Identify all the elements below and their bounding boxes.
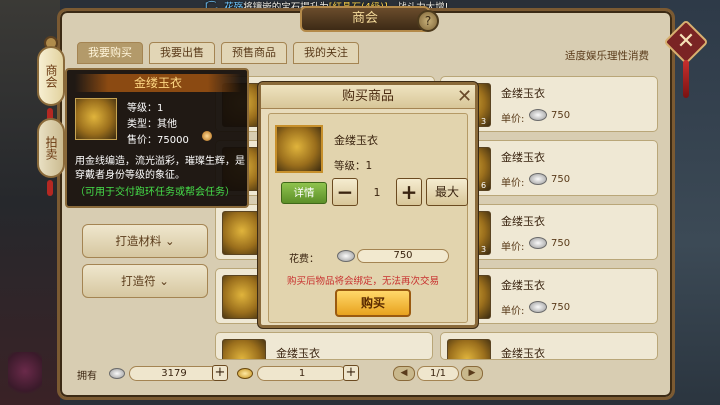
add-gold-button[interactable]: + (343, 365, 359, 381)
silver-coin-icon (529, 109, 547, 121)
item-name: 金缕玉衣 (501, 151, 545, 164)
silver-coin-icon (529, 301, 547, 313)
details-button[interactable]: 详情 (281, 182, 327, 204)
item-name: 金缕玉衣 (501, 215, 545, 228)
silver-coin-icon (337, 250, 355, 262)
silver-amount: 3179 (129, 366, 219, 381)
item-icon (75, 98, 117, 140)
cost-label: 花费： (289, 254, 319, 265)
tab-tassel (47, 180, 53, 196)
category-label: 打造材料 (115, 234, 162, 248)
item-name: 金缕玉衣 (501, 87, 545, 100)
character-sprite (8, 352, 42, 400)
gold-coin-icon (237, 368, 253, 379)
category-label: 打造符 (121, 274, 156, 288)
bind-warning: 购买后物品将会绑定，无法再次交易 (287, 276, 440, 287)
item-count: 3 (481, 117, 487, 126)
decrease-quantity-button[interactable]: − (332, 178, 358, 206)
increase-quantity-button[interactable]: + (396, 178, 422, 206)
tab-presale[interactable]: 预售商品 (221, 42, 287, 64)
cost-value: 750 (357, 249, 449, 263)
item-price: 750 (551, 238, 571, 249)
item-price: 750 (551, 174, 571, 185)
help-icon[interactable]: ? (417, 10, 439, 32)
category-forging-talismans[interactable]: 打造符 ⌄ (82, 264, 208, 298)
tab-bar: 我要购买 我要出售 预售商品 我的关注 (77, 42, 359, 64)
item-icon (275, 125, 323, 173)
item-count: 3 (481, 245, 487, 254)
silver-coin-icon (529, 237, 547, 249)
list-item[interactable]: 金缕玉衣 (215, 332, 433, 360)
purchase-dialog: 购买商品 ✕ 金缕玉衣 等级：1 详情 − 1 + 最大 花费： 750 购买后… (258, 82, 478, 328)
tab-watchlist[interactable]: 我的关注 (293, 42, 359, 64)
next-page-button[interactable]: ▶ (461, 366, 483, 381)
dialog-title: 购买商品 (261, 85, 475, 109)
item-name: 金缕玉衣 (501, 347, 545, 360)
dialog-close-icon[interactable]: ✕ (457, 88, 472, 106)
page-indicator: 1/1 (417, 366, 459, 381)
tooltip-title: 金缕玉衣 (75, 74, 241, 92)
silver-coin-icon (529, 173, 547, 185)
item-price: 750 (551, 110, 571, 121)
max-quantity-button[interactable]: 最大 (426, 178, 468, 206)
tooltip-note: （可用于交付跑环任务或帮会任务） (75, 187, 235, 198)
quantity-field[interactable]: 1 (361, 182, 393, 204)
prev-page-button[interactable]: ◀ (393, 366, 415, 381)
item-tooltip: 金缕玉衣 等级：1 类型：其他 售价：75000 用金线编造，流光溢彩，璀璨生辉… (65, 68, 249, 208)
tassel-decor (683, 60, 689, 98)
price-label: 单价: (501, 306, 525, 317)
item-icon (447, 339, 491, 359)
dialog-item-level: 等级：1 (334, 160, 373, 172)
item-name: 金缕玉衣 (501, 279, 545, 292)
tab-buy[interactable]: 我要购买 (77, 42, 143, 64)
frame-title: 商会 (300, 6, 430, 32)
tooltip-price: 售价：75000 (127, 135, 189, 146)
gold-amount: 1 (257, 366, 347, 381)
category-forging-materials[interactable]: 打造材料 ⌄ (82, 224, 208, 258)
chevron-down-icon: ⌄ (159, 274, 169, 288)
item-icon (222, 339, 266, 359)
item-price: 750 (551, 302, 571, 313)
tooltip-type: 类型：其他 (127, 119, 177, 130)
copper-coin-icon (202, 131, 212, 141)
buy-button[interactable]: 购买 (335, 289, 411, 317)
price-label: 单价: (501, 242, 525, 253)
chevron-down-icon: ⌄ (165, 234, 175, 248)
price-label: 单价: (501, 178, 525, 189)
currency-bar: 拥有 3179 + 1 + ◀ 1/1 ▶ (77, 363, 672, 385)
dialog-item-name: 金缕玉衣 (334, 134, 378, 147)
item-name: 金缕玉衣 (276, 347, 320, 360)
list-item[interactable]: 金缕玉衣 (440, 332, 658, 360)
side-tab-auction[interactable]: 拍卖 (37, 118, 65, 178)
close-icon: ✕ (676, 29, 696, 54)
side-tab-shop[interactable]: 商会 (37, 46, 65, 106)
tooltip-level: 等级：1 (127, 103, 164, 114)
silver-coin-icon (109, 368, 125, 379)
tooltip-description: 用金线编造，流光溢彩，璀璨生辉，是穿戴者身份等级的象征。 (75, 156, 245, 181)
add-silver-button[interactable]: + (212, 365, 228, 381)
tab-sell[interactable]: 我要出售 (149, 42, 215, 64)
own-label: 拥有 (77, 371, 97, 382)
moderation-tip: 适度娱乐理性消费 (565, 50, 649, 62)
item-count: 6 (481, 181, 487, 190)
price-label: 单价: (501, 114, 525, 125)
